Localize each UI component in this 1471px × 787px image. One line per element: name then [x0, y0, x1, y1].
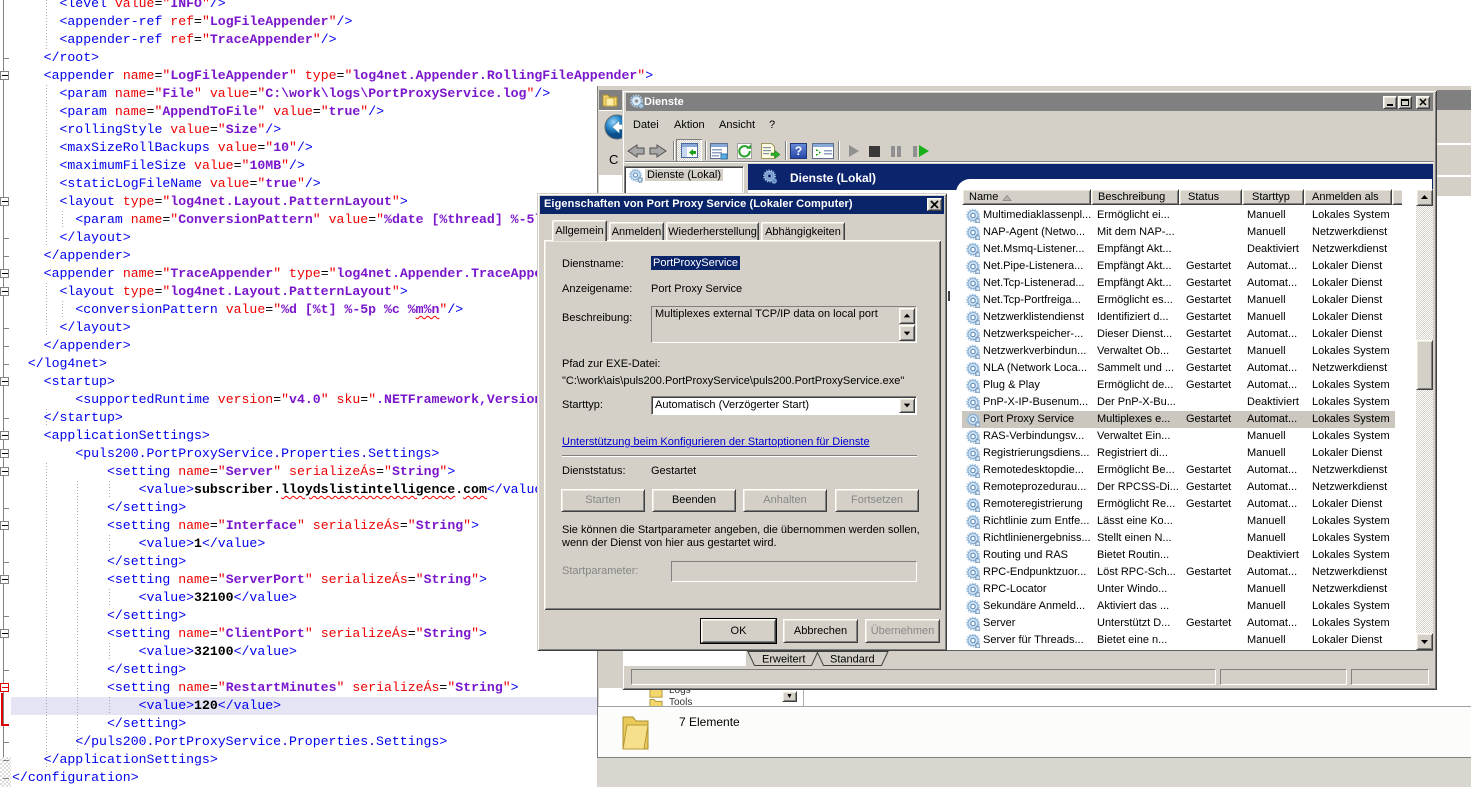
svg-text:Erweitert: Erweitert — [762, 654, 805, 666]
svg-text:Standard: Standard — [830, 654, 875, 666]
